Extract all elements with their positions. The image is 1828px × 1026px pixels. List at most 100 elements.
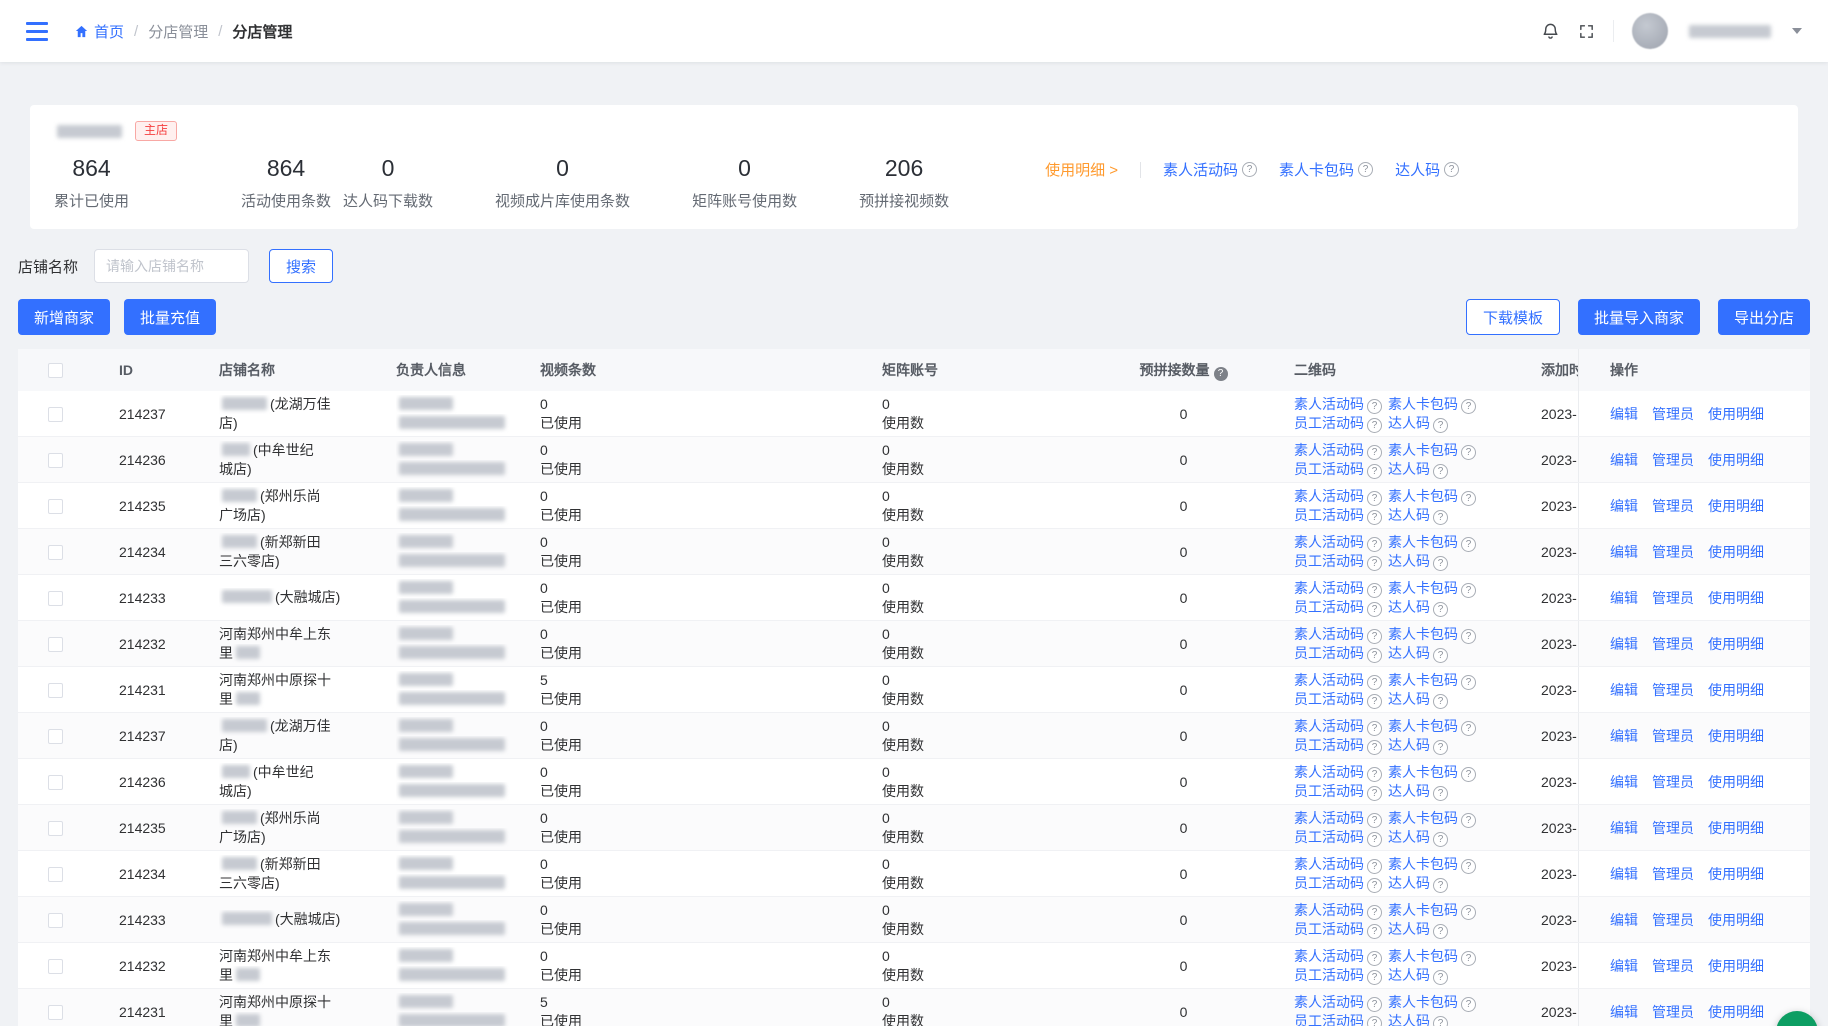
amateur-activity-code-link[interactable]: 素人活动码 (1163, 159, 1238, 180)
help-icon[interactable]: ? (1461, 675, 1476, 690)
help-icon[interactable]: ? (1461, 859, 1476, 874)
edit-link[interactable]: 编辑 (1610, 634, 1638, 654)
amateur-activity-code-link[interactable]: 素人活动码 (1294, 948, 1364, 964)
amateur-activity-code-link[interactable]: 素人活动码 (1294, 396, 1364, 412)
amateur-card-code-link[interactable]: 素人卡包码 (1279, 159, 1354, 180)
help-icon[interactable]: ? (1433, 786, 1448, 801)
edit-link[interactable]: 编辑 (1610, 588, 1638, 608)
row-checkbox[interactable] (48, 821, 63, 836)
help-icon[interactable]: ? (1461, 997, 1476, 1012)
amateur-card-code-link[interactable]: 素人卡包码 (1388, 672, 1458, 688)
help-icon[interactable]: ? (1367, 832, 1382, 847)
talent-code-link[interactable]: 达人码 (1388, 921, 1430, 937)
help-icon[interactable]: ? (1367, 786, 1382, 801)
edit-link[interactable]: 编辑 (1610, 542, 1638, 562)
amateur-card-code-link[interactable]: 素人卡包码 (1388, 902, 1458, 918)
amateur-activity-code-link[interactable]: 素人活动码 (1294, 672, 1364, 688)
help-icon[interactable]: ? (1358, 162, 1373, 177)
talent-code-link[interactable]: 达人码 (1388, 737, 1430, 753)
talent-code-link[interactable]: 达人码 (1388, 875, 1430, 891)
help-icon[interactable]: ? (1461, 767, 1476, 782)
admin-link[interactable]: 管理员 (1652, 772, 1694, 792)
help-icon[interactable]: ? (1461, 399, 1476, 414)
edit-link[interactable]: 编辑 (1610, 680, 1638, 700)
help-icon[interactable]: ? (1433, 970, 1448, 985)
bell-icon[interactable] (1541, 22, 1560, 41)
help-icon[interactable]: ? (1367, 924, 1382, 939)
amateur-activity-code-link[interactable]: 素人活动码 (1294, 764, 1364, 780)
edit-link[interactable]: 编辑 (1610, 864, 1638, 884)
help-icon[interactable]: ? (1367, 464, 1382, 479)
admin-link[interactable]: 管理员 (1652, 680, 1694, 700)
amateur-card-code-link[interactable]: 素人卡包码 (1388, 856, 1458, 872)
export-branch-button[interactable]: 导出分店 (1718, 299, 1810, 335)
staff-activity-code-link[interactable]: 员工活动码 (1294, 921, 1364, 937)
help-icon[interactable]: ? (1367, 675, 1382, 690)
help-icon[interactable]: ? (1367, 629, 1382, 644)
help-icon[interactable]: ? (1367, 537, 1382, 552)
search-button[interactable]: 搜索 (269, 249, 333, 283)
row-checkbox[interactable] (48, 683, 63, 698)
admin-link[interactable]: 管理员 (1652, 726, 1694, 746)
row-checkbox[interactable] (48, 913, 63, 928)
help-icon[interactable]: ? (1367, 510, 1382, 525)
help-icon[interactable]: ? (1461, 537, 1476, 552)
edit-link[interactable]: 编辑 (1610, 404, 1638, 424)
avatar[interactable] (1632, 13, 1668, 49)
help-icon[interactable]: ? (1433, 832, 1448, 847)
amateur-activity-code-link[interactable]: 素人活动码 (1294, 902, 1364, 918)
amateur-activity-code-link[interactable]: 素人活动码 (1294, 810, 1364, 826)
row-checkbox[interactable] (48, 729, 63, 744)
amateur-activity-code-link[interactable]: 素人活动码 (1294, 488, 1364, 504)
row-checkbox[interactable] (48, 637, 63, 652)
search-input[interactable] (94, 249, 249, 283)
help-icon[interactable]: ? (1367, 445, 1382, 460)
row-checkbox[interactable] (48, 545, 63, 560)
usage-detail-link[interactable]: 使用明细 (1708, 404, 1764, 424)
amateur-activity-code-link[interactable]: 素人活动码 (1294, 856, 1364, 872)
row-checkbox[interactable] (48, 959, 63, 974)
amateur-activity-code-link[interactable]: 素人活动码 (1294, 580, 1364, 596)
info-icon[interactable]: ? (1214, 367, 1228, 381)
chevron-down-icon[interactable] (1792, 28, 1802, 34)
admin-link[interactable]: 管理员 (1652, 450, 1694, 470)
amateur-card-code-link[interactable]: 素人卡包码 (1388, 488, 1458, 504)
talent-code-link[interactable]: 达人码 (1388, 645, 1430, 661)
usage-detail-link[interactable]: 使用明细 (1708, 772, 1764, 792)
row-checkbox[interactable] (48, 775, 63, 790)
help-icon[interactable]: ? (1461, 905, 1476, 920)
talent-code-link[interactable]: 达人码 (1388, 415, 1430, 431)
admin-link[interactable]: 管理员 (1652, 864, 1694, 884)
row-checkbox[interactable] (48, 591, 63, 606)
talent-code-link[interactable]: 达人码 (1388, 783, 1430, 799)
help-icon[interactable]: ? (1367, 1016, 1382, 1026)
amateur-card-code-link[interactable]: 素人卡包码 (1388, 626, 1458, 642)
help-icon[interactable]: ? (1461, 583, 1476, 598)
staff-activity-code-link[interactable]: 员工活动码 (1294, 737, 1364, 753)
amateur-card-code-link[interactable]: 素人卡包码 (1388, 442, 1458, 458)
edit-link[interactable]: 编辑 (1610, 726, 1638, 746)
talent-code-link[interactable]: 达人码 (1388, 553, 1430, 569)
staff-activity-code-link[interactable]: 员工活动码 (1294, 875, 1364, 891)
amateur-card-code-link[interactable]: 素人卡包码 (1388, 810, 1458, 826)
usage-detail-link[interactable]: 使用明细 (1708, 680, 1764, 700)
amateur-activity-code-link[interactable]: 素人活动码 (1294, 534, 1364, 550)
help-icon[interactable]: ? (1367, 583, 1382, 598)
help-icon[interactable]: ? (1433, 418, 1448, 433)
talent-code-link[interactable]: 达人码 (1395, 159, 1440, 180)
help-icon[interactable]: ? (1433, 510, 1448, 525)
help-icon[interactable]: ? (1367, 399, 1382, 414)
usage-detail-link[interactable]: 使用明细 (1708, 634, 1764, 654)
help-icon[interactable]: ? (1367, 721, 1382, 736)
edit-link[interactable]: 编辑 (1610, 1002, 1638, 1022)
usage-detail-link[interactable]: 使用明细 (1708, 542, 1764, 562)
help-icon[interactable]: ? (1433, 648, 1448, 663)
help-icon[interactable]: ? (1433, 878, 1448, 893)
help-icon[interactable]: ? (1433, 556, 1448, 571)
help-icon[interactable]: ? (1433, 464, 1448, 479)
help-icon[interactable]: ? (1367, 602, 1382, 617)
help-icon[interactable]: ? (1433, 1016, 1448, 1026)
talent-code-link[interactable]: 达人码 (1388, 507, 1430, 523)
amateur-card-code-link[interactable]: 素人卡包码 (1388, 994, 1458, 1010)
help-icon[interactable]: ? (1461, 629, 1476, 644)
